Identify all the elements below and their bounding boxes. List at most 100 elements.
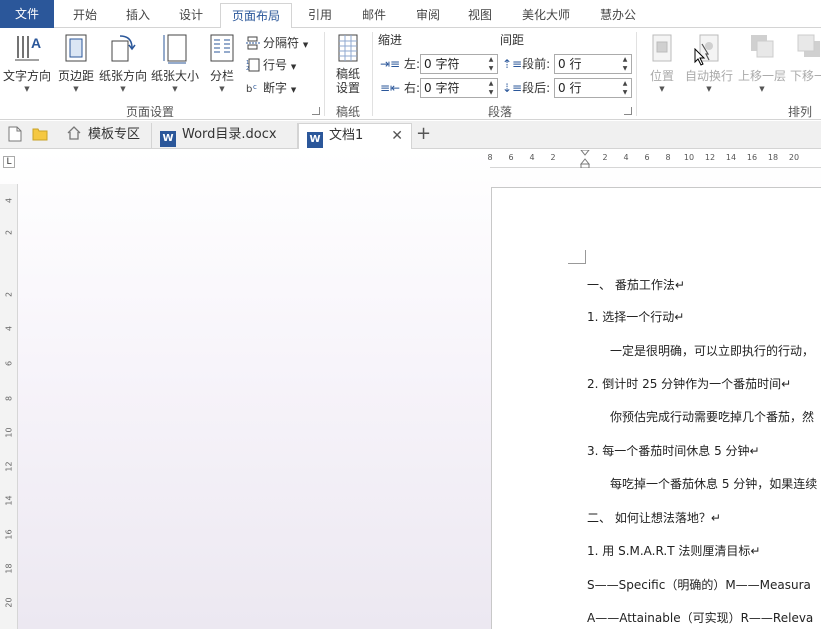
size-button[interactable]: 纸张大小 ▼ xyxy=(150,32,200,94)
orientation-button[interactable]: 纸张方向 ▼ xyxy=(98,32,148,94)
spin-arrows-icon[interactable]: ▲ ▼ xyxy=(485,55,497,73)
position-button[interactable]: 位置 ▼ xyxy=(644,32,680,94)
ruler-tick: 8 xyxy=(4,395,14,402)
page-setup-group-label: 页面设置 xyxy=(125,105,174,119)
manuscript-label: 稿纸 设置 xyxy=(335,67,360,95)
tab-beautify-master[interactable]: 美化大师 xyxy=(510,4,582,28)
tab-references[interactable]: 引用 xyxy=(296,4,344,28)
ruler-tick: 14 xyxy=(4,495,14,506)
tab-design[interactable]: 设计 xyxy=(166,4,216,28)
spacing-before-text: 段前: xyxy=(522,57,551,71)
spin-arrows-icon[interactable]: ▲ ▼ xyxy=(485,79,497,97)
wrap-text-label: 自动换行 xyxy=(684,69,733,83)
spacing-after-value: 0 行 xyxy=(558,81,582,95)
doc-paragraph: 每吃掉一个番茄休息 5 分钟，如果连续 xyxy=(610,477,818,491)
doc-heading-2: 二、 如何让想法落地？↵ xyxy=(587,511,721,525)
bring-forward-icon xyxy=(747,32,777,64)
chevron-down-icon: ▼ xyxy=(659,85,665,93)
tab-mailings[interactable]: 邮件 xyxy=(350,4,398,28)
page-setup-launcher-icon[interactable] xyxy=(312,107,320,115)
indent-marker-icon[interactable] xyxy=(579,149,591,171)
line-numbers-button[interactable]: 1 2 行号 ▼ xyxy=(246,55,296,75)
new-document-icon[interactable] xyxy=(8,126,22,145)
tab-document1-label: 文档1 xyxy=(329,128,364,143)
columns-label: 分栏 xyxy=(209,69,234,83)
svg-text:b: b xyxy=(246,84,252,95)
tab-view[interactable]: 视图 xyxy=(456,4,504,28)
paper-size-icon xyxy=(160,32,190,64)
margins-button[interactable]: 页边距 ▼ xyxy=(56,32,96,94)
ruler-tick: 2 xyxy=(4,291,14,298)
tab-page-layout[interactable]: 页面布局 xyxy=(220,3,292,29)
breaks-button[interactable]: 分隔符 ▼ xyxy=(246,33,308,53)
spacing-after-text: 段后: xyxy=(522,81,551,95)
tab-hui-office[interactable]: 慧办公 xyxy=(588,4,648,28)
tab-document1[interactable]: W 文档1 ✕ xyxy=(298,123,412,149)
group-divider xyxy=(324,32,325,116)
text-direction-button[interactable]: A 文字方向 ▼ xyxy=(2,32,52,94)
spacing-after-input[interactable]: 0 行 ▲ ▼ xyxy=(554,78,632,98)
ruler-tick: 2 xyxy=(4,229,14,236)
paragraph-launcher-icon[interactable] xyxy=(624,107,632,115)
chevron-down-icon: ▼ xyxy=(24,85,30,93)
document-tab-strip: 模板专区 W Word目录.docx W 文档1 ✕ + xyxy=(0,121,821,149)
tab-template-zone-label: 模板专区 xyxy=(88,127,141,142)
horizontal-ruler[interactable]: 8 6 4 2 2 4 6 8 10 12 14 16 18 20 xyxy=(487,149,821,171)
position-icon xyxy=(647,32,677,64)
doc-list-item: 2. 倒计时 25 分钟作为一个番茄时间↵ xyxy=(587,377,792,391)
manuscript-group-label: 稿纸 xyxy=(335,105,360,119)
tab-file[interactable]: 文件 xyxy=(0,0,54,28)
hyphenation-button[interactable]: b c 断字 ▼ xyxy=(246,78,296,98)
open-folder-icon[interactable] xyxy=(32,127,48,144)
text-direction-label: 文字方向 xyxy=(2,69,51,83)
ruler-tick: 10 xyxy=(4,427,14,438)
tab-insert[interactable]: 插入 xyxy=(113,4,163,28)
columns-button[interactable]: 分栏 ▼ xyxy=(204,32,240,94)
chevron-down-icon: ▼ xyxy=(219,85,225,93)
ruler-tick: 16 xyxy=(746,153,758,162)
chevron-down-icon: ▼ xyxy=(759,85,765,93)
position-label: 位置 xyxy=(649,69,674,83)
spacing-before-icon: ⇡≡ xyxy=(502,57,523,71)
send-backward-label: 下移一 xyxy=(790,69,821,83)
ruler-tick: 6 xyxy=(644,153,650,162)
spacing-before-input[interactable]: 0 行 ▲ ▼ xyxy=(554,54,632,74)
word-document-icon: W xyxy=(160,131,176,147)
tab-review[interactable]: 审阅 xyxy=(404,4,452,28)
indent-left-label: ⇥≡ 左: xyxy=(380,54,420,74)
close-icon[interactable]: ✕ xyxy=(391,124,403,148)
ruler-tick: 10 xyxy=(683,153,695,162)
text-direction-icon: A xyxy=(12,32,42,64)
bring-forward-button[interactable]: 上移一层 ▼ xyxy=(736,32,788,94)
indent-right-label: ≡⇤ 右: xyxy=(380,78,420,98)
tab-stop-selector[interactable]: L xyxy=(3,156,15,168)
indent-right-value: 0 字符 xyxy=(424,81,460,95)
indent-left-input[interactable]: 0 字符 ▲ ▼ xyxy=(420,54,498,74)
ruler-tick: 14 xyxy=(725,153,737,162)
word-document-icon: W xyxy=(307,132,323,148)
document-page[interactable]: 一、 番茄工作法↵ 1. 选择一个行动↵ 一定是很明确，可以立即执行的行动， 2… xyxy=(491,187,821,629)
spin-arrows-icon[interactable]: ▲ ▼ xyxy=(619,55,631,73)
send-backward-button[interactable]: 下移一 xyxy=(790,32,821,84)
ruler-tick: 4 xyxy=(4,197,14,204)
add-tab-icon[interactable]: + xyxy=(416,123,431,144)
spacing-after-icon: ⇣≡ xyxy=(502,81,523,95)
indent-right-icon: ≡⇤ xyxy=(380,81,401,95)
chevron-down-icon: ▼ xyxy=(120,85,126,93)
spin-arrows-icon[interactable]: ▲ ▼ xyxy=(619,79,631,97)
margin-corner-mark xyxy=(568,250,586,264)
line-numbers-icon: 12 xyxy=(246,58,260,72)
paragraph-group-label: 段落 xyxy=(487,105,512,119)
tab-home[interactable]: 开始 xyxy=(60,4,110,28)
hyphenation-label: 断字 xyxy=(263,81,288,95)
tab-word-toc-docx[interactable]: W Word目录.docx xyxy=(152,123,298,149)
wrap-text-button[interactable]: 自动换行 ▼ xyxy=(684,32,734,94)
tab-template-zone[interactable]: 模板专区 xyxy=(58,123,152,149)
manuscript-settings-button[interactable]: 稿纸 设置 xyxy=(330,32,366,95)
ribbon: A 文字方向 ▼ 页边距 ▼ 纸张方向 ▼ 纸张大小 ▼ 分栏 ▼ 分隔符 ▼ … xyxy=(0,28,821,120)
vertical-ruler[interactable]: 4 2 2 4 6 8 10 12 14 16 18 20 xyxy=(0,184,18,629)
indent-right-input[interactable]: 0 字符 ▲ ▼ xyxy=(420,78,498,98)
doc-list-item: 1. 选择一个行动↵ xyxy=(587,310,685,324)
orientation-icon xyxy=(108,32,138,64)
spacing-title: 间距 xyxy=(500,33,525,47)
